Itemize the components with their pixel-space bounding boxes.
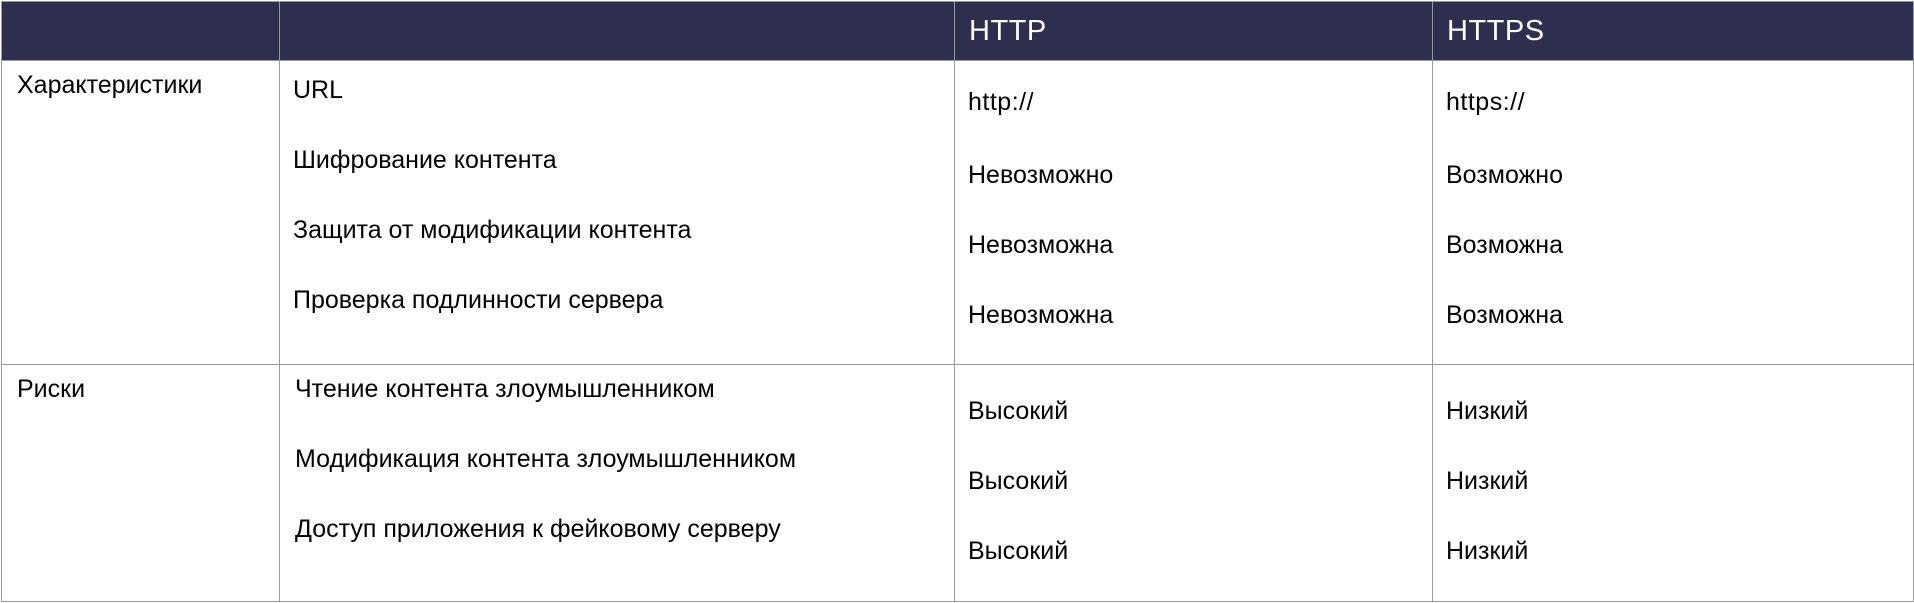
cell-risks-http: Высокий Высокий Высокий — [954, 363, 1433, 603]
cell-risks-label: Риски — [1, 363, 280, 603]
char-item-encryption: Шифрование контента — [293, 146, 557, 175]
https-url-value: https:// — [1446, 88, 1526, 117]
header-cell-parameter — [279, 0, 955, 62]
header-http-text: HTTP — [969, 14, 1047, 47]
http-server-auth-value: Невозможна — [968, 301, 1114, 330]
cell-characteristics-label: Характеристики — [1, 60, 280, 365]
http-risk-modification-value: Высокий — [968, 466, 1069, 495]
http-encryption-value: Невозможно — [968, 161, 1114, 190]
http-risk-reading-value: Высокий — [968, 396, 1069, 425]
risk-item-fake-server: Доступ приложения к фейковому серверу — [295, 514, 781, 543]
cell-characteristics-items: URL Шифрование контента Защита от модифи… — [279, 60, 955, 365]
http-risk-fake-server-value: Высокий — [968, 536, 1069, 565]
http-modification-value: Невозможна — [968, 231, 1114, 260]
http-url-value: http:// — [968, 88, 1035, 117]
header-cell-https: HTTPS — [1432, 0, 1914, 62]
section-label-characteristics: Характеристики — [17, 71, 203, 100]
char-item-modification-protection: Защита от модификации контента — [293, 216, 692, 245]
table-row-risks: Риски Чтение контента злоумышленником Мо… — [1, 363, 1914, 603]
section-label-risks: Риски — [17, 374, 86, 403]
https-risk-modification-value: Низкий — [1446, 466, 1529, 495]
header-cell-http: HTTP — [954, 0, 1433, 62]
table-header-row: HTTP HTTPS — [1, 0, 1914, 62]
risk-item-reading: Чтение контента злоумышленником — [295, 374, 715, 403]
https-risk-reading-value: Низкий — [1446, 396, 1529, 425]
header-https-text: HTTPS — [1447, 14, 1545, 47]
cell-characteristics-http: http:// Невозможно Невозможна Невозможна — [954, 60, 1433, 365]
cell-risks-https: Низкий Низкий Низкий — [1432, 363, 1914, 603]
cell-risks-items: Чтение контента злоумышленником Модифика… — [279, 363, 955, 603]
comparison-table: HTTP HTTPS Характеристики URL Шифрование… — [1, 0, 1914, 603]
https-risk-fake-server-value: Низкий — [1446, 536, 1529, 565]
https-modification-value: Возможна — [1446, 231, 1564, 260]
table-row-characteristics: Характеристики URL Шифрование контента З… — [1, 60, 1914, 365]
https-server-auth-value: Возможна — [1446, 301, 1564, 330]
char-item-server-auth: Проверка подлинности сервера — [293, 286, 664, 315]
header-cell-category — [1, 0, 280, 62]
risk-item-modification: Модификация контента злоумышленником — [295, 444, 797, 473]
char-item-url: URL — [293, 76, 344, 105]
cell-characteristics-https: https:// Возможно Возможна Возможна — [1432, 60, 1914, 365]
https-encryption-value: Возможно — [1446, 161, 1564, 190]
